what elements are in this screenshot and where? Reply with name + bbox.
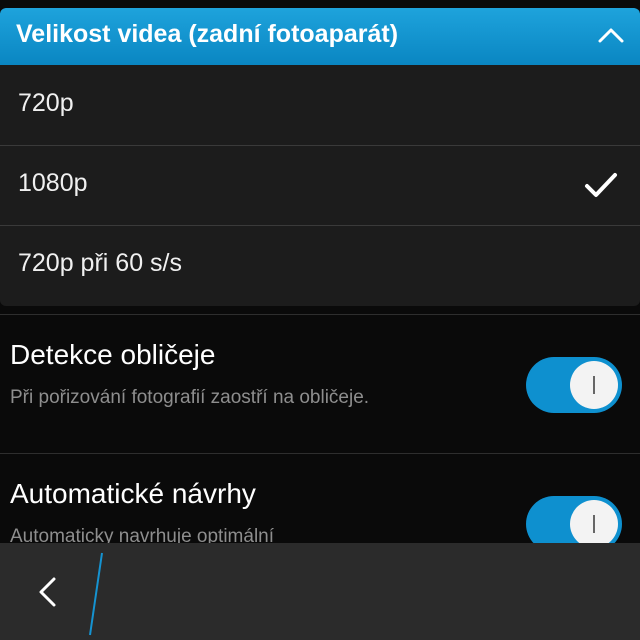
action-bar <box>0 543 640 640</box>
video-size-dropdown: Velikost videa (zadní fotoaparát) 720p 1… <box>0 8 640 306</box>
toggle-knob[interactable] <box>570 500 618 548</box>
dropdown-title: Velikost videa (zadní fotoaparát) <box>16 20 399 48</box>
divider <box>0 453 640 454</box>
divider <box>0 314 640 315</box>
option-label: 1080p <box>18 169 88 197</box>
option-720p[interactable]: 720p <box>0 65 640 146</box>
option-label: 720p při 60 s/s <box>18 249 182 277</box>
setting-description: Při pořizování fotografií zaostří na obl… <box>10 387 370 408</box>
toggle-knob[interactable] <box>570 361 618 409</box>
face-detection-toggle[interactable] <box>526 357 622 413</box>
option-1080p[interactable]: 1080p <box>0 145 640 226</box>
dropdown-header[interactable]: Velikost videa (zadní fotoaparát) <box>0 8 640 65</box>
back-arrow-icon[interactable] <box>34 575 60 609</box>
option-label: 720p <box>18 89 74 117</box>
action-bar-separator <box>89 552 103 636</box>
chevron-up-icon[interactable] <box>596 20 626 50</box>
setting-title: Detekce obličeje <box>10 339 216 370</box>
checkmark-icon <box>585 173 617 197</box>
setting-title: Automatické návrhy <box>10 478 256 509</box>
option-720p-60fps[interactable]: 720p při 60 s/s <box>0 225 640 305</box>
